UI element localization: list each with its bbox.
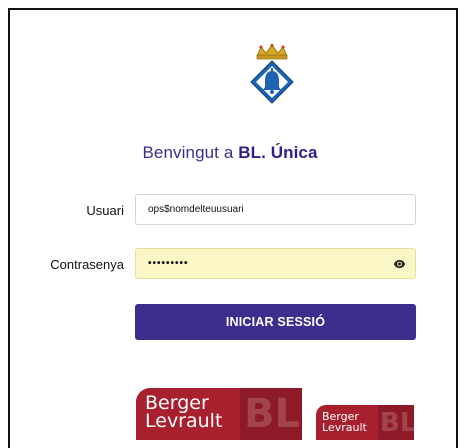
berger-levrault-logo-small: BL Berger Levrault (316, 405, 414, 440)
welcome-prefix: Benvingut a (142, 143, 239, 162)
login-panel (8, 8, 458, 448)
logo-line2: Levrault (145, 410, 223, 432)
username-label: Usuari (86, 203, 124, 218)
login-button[interactable]: INICIAR SESSIÓ (135, 304, 416, 340)
logo-mark: BL (378, 405, 414, 440)
logo-line2: Levrault (322, 421, 367, 434)
username-field[interactable]: ops$nomdelteuusuari (135, 194, 416, 225)
eye-icon[interactable] (393, 259, 406, 269)
password-field[interactable]: ••••••••• (135, 248, 416, 279)
logo-mark: BL (240, 388, 302, 440)
password-value: ••••••••• (148, 258, 189, 269)
municipal-crest-bell-icon (250, 44, 294, 104)
password-label: Contrasenya (50, 257, 124, 272)
welcome-brand: BL. Única (238, 143, 318, 162)
username-value: ops$nomdelteuusuari (148, 204, 244, 215)
welcome-heading: Benvingut a BL. Única (0, 143, 460, 163)
berger-levrault-logo-large: BL Berger Levrault (136, 388, 302, 440)
